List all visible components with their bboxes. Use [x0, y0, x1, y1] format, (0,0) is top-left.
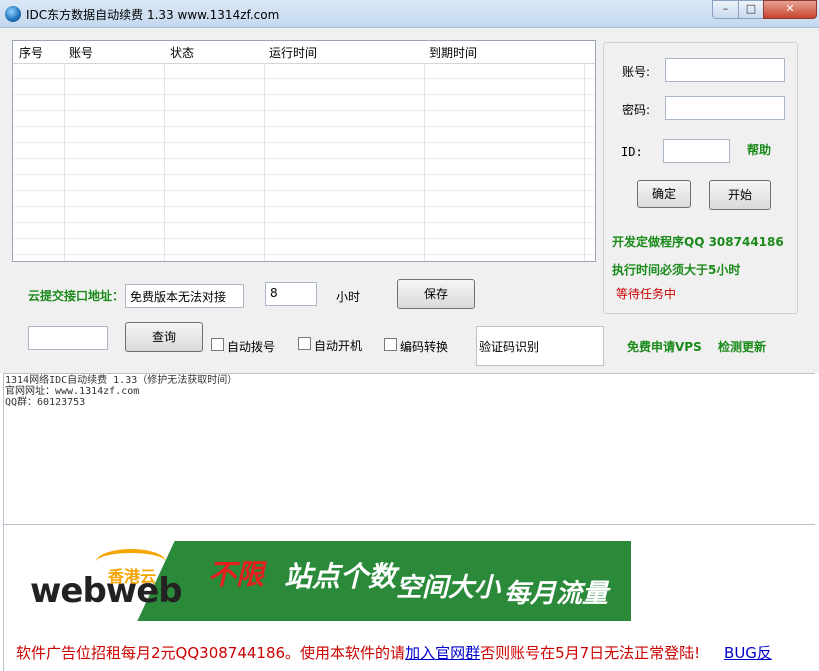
free-vps-link[interactable]: 免费申请VPS [627, 338, 702, 355]
column-divider [424, 63, 425, 261]
column-header-index[interactable]: 序号 [19, 44, 43, 61]
auto-dial-checkbox[interactable] [211, 338, 224, 351]
encode-convert-label[interactable]: 编码转换 [400, 338, 448, 355]
app-icon [5, 6, 21, 22]
submit-url-label: 云提交接口地址： [28, 289, 125, 303]
close-button[interactable]: ✕ [763, 0, 817, 19]
column-divider [584, 63, 585, 261]
window-controls: – □ ✕ [712, 0, 817, 20]
start-button[interactable]: 开始 [709, 180, 771, 210]
log-line: QQ群：60123753 [5, 397, 86, 408]
encode-convert-checkbox[interactable] [384, 338, 397, 351]
banner-highlight: 不限 [208, 558, 265, 591]
log-line: 官网网址：www.1314zf.com [5, 386, 140, 397]
task-status: 等待任务中 [616, 287, 677, 301]
save-button[interactable]: 保存 [397, 279, 475, 309]
table-header: 序号 账号 状态 运行时间 到期时间 [13, 41, 595, 64]
password-label: 密码: [622, 103, 651, 117]
query-input[interactable] [28, 326, 108, 350]
banner-logo-sub: 香港云 [108, 567, 157, 586]
banner-word-space: 空间大小 [396, 573, 501, 603]
password-input[interactable] [665, 96, 785, 120]
auto-boot-label[interactable]: 自动开机 [314, 337, 362, 354]
banner-word-traffic: 每月流量 [504, 579, 609, 609]
column-header-account[interactable]: 账号 [69, 44, 93, 61]
auto-dial-label[interactable]: 自动拨号 [227, 338, 275, 355]
auto-boot-checkbox[interactable] [298, 337, 311, 350]
banner-word-sites: 站点个数 [284, 560, 397, 593]
log-line: 1314网络IDC自动续费 1.33（修护无法获取时间） [5, 375, 238, 386]
column-divider [64, 63, 65, 261]
bug-report-link[interactable]: BUG反 [724, 644, 772, 662]
column-header-expiry[interactable]: 到期时间 [429, 44, 477, 61]
ad-banner[interactable]: webweb 香港云 不限 站点个数 空间大小 每月流量 [16, 541, 631, 621]
window-title: IDC东方数据自动续费 1.33 www.1314zf.com [26, 8, 280, 22]
id-label: ID: [621, 145, 643, 159]
ad-text-2: 否则账号在5月7日无法正常登陆! [480, 644, 701, 662]
minimize-button[interactable]: – [712, 0, 739, 19]
account-label: 账号: [622, 65, 651, 79]
column-divider [164, 63, 165, 261]
table-body [13, 63, 595, 261]
check-update-link[interactable]: 检测更新 [718, 338, 766, 355]
hours-input[interactable]: 8 [265, 282, 317, 306]
column-divider [264, 63, 265, 261]
hours-unit-label: 小时 [336, 290, 361, 304]
title-bar: IDC东方数据自动续费 1.33 www.1314zf.com – □ ✕ [0, 0, 819, 28]
account-input[interactable] [665, 58, 785, 82]
developer-note: 开发定做程序QQ 308744186 [612, 235, 784, 249]
help-link[interactable]: 帮助 [747, 141, 771, 158]
confirm-button[interactable]: 确定 [637, 180, 691, 208]
ad-text-1: 软件广告位招租每月2元QQ308744186。使用本软件的请 [16, 644, 406, 662]
account-table[interactable]: 序号 账号 状态 运行时间 到期时间 [12, 40, 596, 262]
captcha-field[interactable]: 验证码识别 [476, 326, 604, 366]
ad-text-line: 软件广告位招租每月2元QQ308744186。使用本软件的请加入官网群否则账号在… [16, 642, 772, 663]
id-input[interactable] [663, 139, 730, 163]
execution-note: 执行时间必须大于5小时 [612, 263, 741, 277]
log-output[interactable]: 1314网络IDC自动续费 1.33（修护无法获取时间） 官网网址：www.13… [3, 373, 815, 525]
query-button[interactable]: 查询 [125, 322, 203, 352]
column-header-runtime[interactable]: 运行时间 [269, 44, 317, 61]
banner-logo: webweb [30, 571, 183, 611]
join-group-link[interactable]: 加入官网群 [405, 644, 480, 662]
maximize-button[interactable]: □ [738, 0, 764, 19]
column-header-status[interactable]: 状态 [170, 44, 194, 61]
submit-url-input[interactable]: 免费版本无法对接 [125, 284, 244, 308]
